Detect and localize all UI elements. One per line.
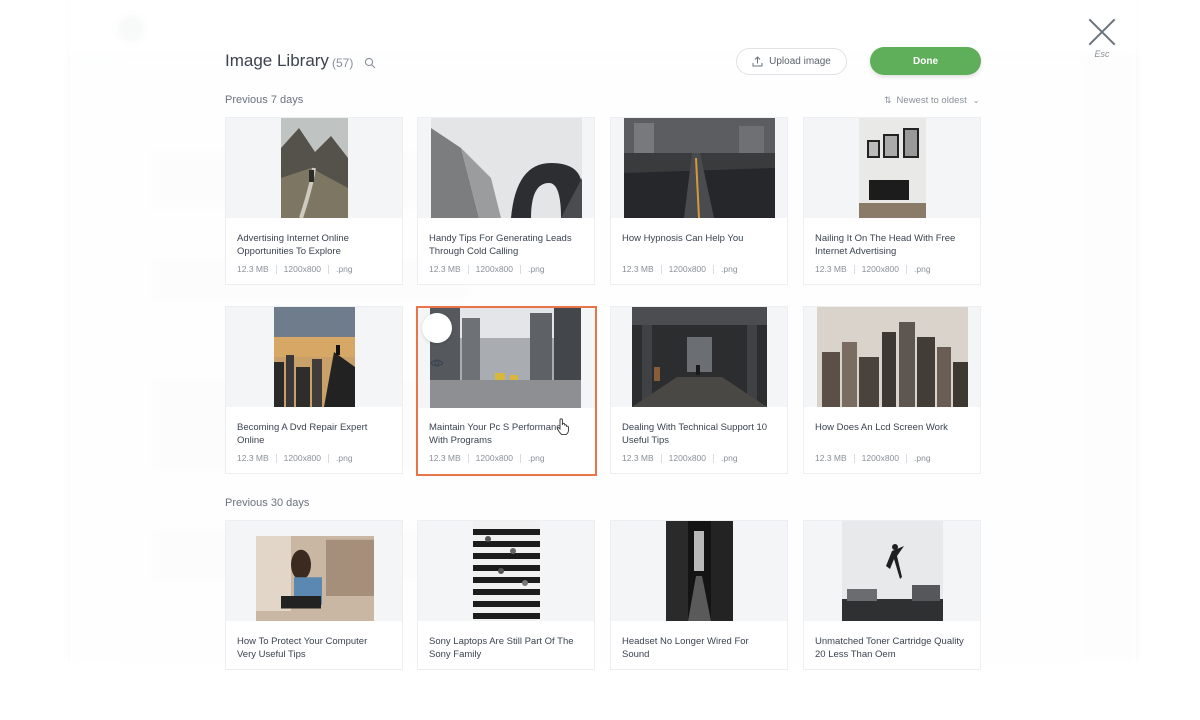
close-button[interactable] xyxy=(1086,16,1118,48)
image-dimensions: 1200x800 xyxy=(861,264,899,274)
sort-dropdown[interactable]: ⇅ Newest to oldest ⌄ xyxy=(884,94,979,106)
file-size: 12.3 MB xyxy=(237,453,269,463)
file-size: 12.3 MB xyxy=(622,453,654,463)
file-size: 12.3 MB xyxy=(622,264,654,274)
image-meta: 12.3 MB 1200x800 .png xyxy=(815,264,931,274)
image-dimensions: 1200x800 xyxy=(668,264,706,274)
image-card[interactable]: Sony Laptops Are Still Part Of The Sony … xyxy=(417,520,595,670)
file-extension: .png xyxy=(528,264,545,274)
file-size: 12.3 MB xyxy=(429,264,461,274)
image-card[interactable]: Unmatched Toner Cartridge Quality 20 Les… xyxy=(803,520,981,670)
section-label-previous-7-days: Previous 7 days xyxy=(225,94,304,106)
image-title: How Hypnosis Can Help You xyxy=(622,233,744,244)
sort-icon: ⇅ xyxy=(884,94,892,105)
image-dimensions: 1200x800 xyxy=(861,453,899,463)
image-thumbnail xyxy=(418,308,595,408)
image-dimensions: 1200x800 xyxy=(283,453,321,463)
image-thumbnail xyxy=(226,118,402,218)
section-label-previous-30-days: Previous 30 days xyxy=(225,497,310,509)
image-thumbnail xyxy=(611,521,787,621)
file-extension: .png xyxy=(528,453,545,463)
image-thumbnail xyxy=(611,118,787,218)
image-card[interactable]: How To Protect Your Computer Very Useful… xyxy=(225,520,403,670)
file-extension: .png xyxy=(914,453,931,463)
image-meta: 12.3 MB 1200x800 .png xyxy=(622,264,738,274)
image-card-selected[interactable]: Maintain Your Pc S Performance With Prog… xyxy=(416,306,597,476)
image-meta: 12.3 MB 1200x800 .png xyxy=(429,264,545,274)
chevron-down-icon: ⌄ xyxy=(972,95,980,105)
image-meta: 12.3 MB 1200x800 .png xyxy=(429,453,545,463)
image-title: Dealing With Technical Support 10 Useful… xyxy=(622,422,768,446)
file-extension: .png xyxy=(336,264,353,274)
image-card[interactable]: Handy Tips For Generating Leads Through … xyxy=(417,117,595,285)
done-button[interactable]: Done xyxy=(870,47,981,75)
image-title: Headset No Longer Wired For Sound xyxy=(622,636,749,660)
image-title: Becoming A Dvd Repair Expert Online xyxy=(237,422,368,446)
file-extension: .png xyxy=(721,264,738,274)
image-dimensions: 1200x800 xyxy=(475,453,513,463)
image-card[interactable]: How Hypnosis Can Help You 12.3 MB 1200x8… xyxy=(610,117,788,285)
preview-button[interactable] xyxy=(422,313,452,367)
upload-icon xyxy=(752,56,763,67)
file-size: 12.3 MB xyxy=(815,264,847,274)
eye-icon xyxy=(430,359,444,367)
image-card[interactable]: Dealing With Technical Support 10 Useful… xyxy=(610,306,788,474)
image-title: Nailing It On The Head With Free Interne… xyxy=(815,233,956,257)
hand-cursor-icon xyxy=(556,418,570,436)
image-thumbnail xyxy=(418,118,594,218)
image-title: Handy Tips For Generating Leads Through … xyxy=(429,233,572,257)
image-title: Sony Laptops Are Still Part Of The Sony … xyxy=(429,636,574,660)
image-meta: 12.3 MB 1200x800 .png xyxy=(622,453,738,463)
image-dimensions: 1200x800 xyxy=(475,264,513,274)
image-title: Advertising Internet Online Opportunitie… xyxy=(237,233,349,257)
image-card[interactable]: Advertising Internet Online Opportunitie… xyxy=(225,117,403,285)
image-thumbnail xyxy=(611,307,787,407)
image-thumbnail xyxy=(226,521,402,621)
search-icon[interactable] xyxy=(364,57,376,69)
image-card[interactable]: Headset No Longer Wired For Sound xyxy=(610,520,788,670)
file-size: 12.3 MB xyxy=(237,264,269,274)
file-extension: .png xyxy=(336,453,353,463)
image-title: How Does An Lcd Screen Work xyxy=(815,422,948,433)
image-thumbnail xyxy=(804,307,980,407)
image-thumbnail xyxy=(418,521,594,621)
image-dimensions: 1200x800 xyxy=(283,264,321,274)
image-title: Unmatched Toner Cartridge Quality 20 Les… xyxy=(815,636,964,660)
file-extension: .png xyxy=(721,453,738,463)
image-meta: 12.3 MB 1200x800 .png xyxy=(237,453,353,463)
page-bottom xyxy=(0,663,1200,720)
file-extension: .png xyxy=(914,264,931,274)
image-dimensions: 1200x800 xyxy=(668,453,706,463)
upload-image-button[interactable]: Upload image xyxy=(736,48,847,75)
page-title: Image Library xyxy=(225,51,329,70)
image-title: How To Protect Your Computer Very Useful… xyxy=(237,636,368,660)
image-meta: 12.3 MB 1200x800 .png xyxy=(815,453,931,463)
image-meta: 12.3 MB 1200x800 .png xyxy=(237,264,353,274)
file-size: 12.3 MB xyxy=(429,453,461,463)
image-card[interactable]: Becoming A Dvd Repair Expert Online 12.3… xyxy=(225,306,403,474)
image-thumbnail xyxy=(804,521,980,621)
upload-image-label: Upload image xyxy=(769,56,831,67)
image-count: (57) xyxy=(332,56,354,70)
close-hint: Esc xyxy=(1094,49,1110,59)
image-card[interactable]: How Does An Lcd Screen Work 12.3 MB 1200… xyxy=(803,306,981,474)
image-thumbnail xyxy=(804,118,980,218)
image-card[interactable]: Nailing It On The Head With Free Interne… xyxy=(803,117,981,285)
sort-label: Newest to oldest xyxy=(896,94,967,106)
image-thumbnail xyxy=(226,307,402,407)
file-size: 12.3 MB xyxy=(815,453,847,463)
